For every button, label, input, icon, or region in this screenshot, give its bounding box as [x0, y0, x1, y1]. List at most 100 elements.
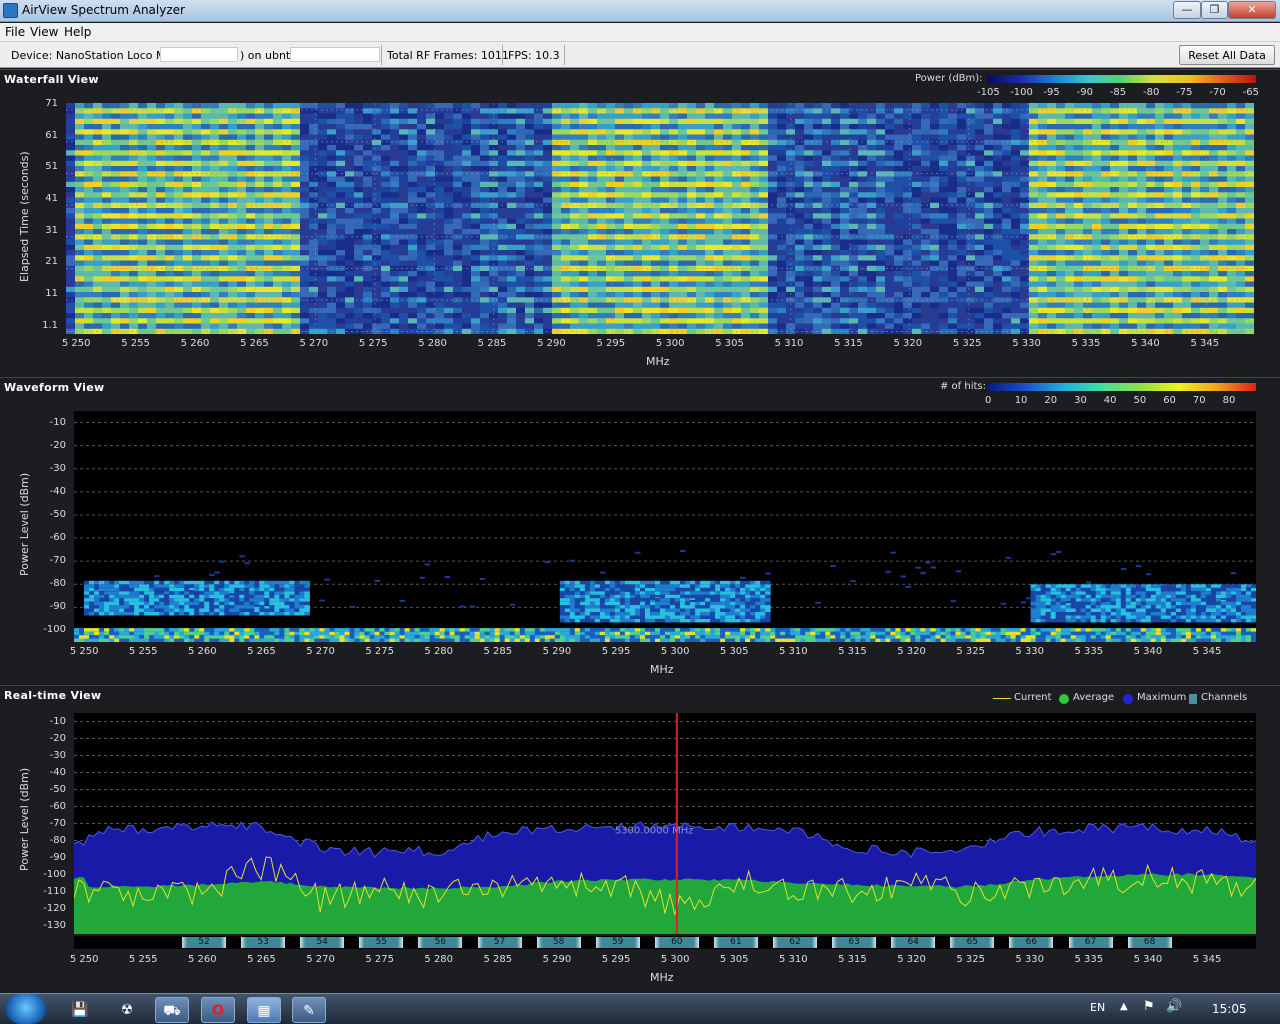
waterfall-cell	[732, 118, 742, 125]
waterfall-cell	[165, 281, 175, 288]
waterfall-cell	[480, 160, 490, 167]
waterfall-cell	[111, 208, 121, 214]
waterfall-cell	[1191, 176, 1201, 183]
waterfall-cell	[408, 160, 418, 167]
waterfall-cell	[822, 202, 832, 209]
waterfall-cell	[165, 124, 175, 130]
waterfall-cell	[876, 213, 886, 220]
waterfall-cell	[975, 255, 985, 262]
waterfall-cell	[822, 213, 832, 220]
waterfall-cell	[939, 250, 949, 256]
waterfall-cell	[93, 218, 103, 225]
waterfall-cell	[1182, 124, 1192, 130]
waterfall-cell	[714, 218, 724, 225]
waterfall-cell	[984, 223, 994, 230]
waterfall-cell	[1245, 166, 1254, 172]
waterfall-cell	[642, 229, 652, 235]
waterfall-cell	[642, 145, 652, 151]
waterfall-cell	[264, 239, 274, 246]
waterfall-cell	[435, 118, 445, 125]
waterfall-cell	[1101, 171, 1111, 178]
waterfall-cell	[1074, 286, 1084, 293]
waterfall-cell	[903, 187, 913, 193]
close-button[interactable]: ✕	[1228, 1, 1276, 19]
menu-file[interactable]: File	[5, 25, 25, 39]
waterfall-cell	[1218, 223, 1228, 230]
waterfall-cell	[1065, 160, 1075, 167]
waterfall-cell	[336, 239, 346, 246]
waterfall-cell	[912, 181, 922, 188]
waterfall-cell	[507, 129, 517, 136]
waterfall-cell	[1218, 145, 1228, 151]
waterfall-cell	[570, 108, 580, 115]
waterfall-cell	[1164, 118, 1174, 125]
waterfall-cell	[534, 271, 544, 277]
waterfall-cell	[147, 150, 157, 157]
waterfall-cell	[282, 187, 292, 193]
waterfall-cell	[444, 286, 454, 293]
waterfall-cell	[1002, 255, 1012, 262]
waterfall-cell	[651, 260, 661, 267]
menu-help[interactable]: Help	[64, 25, 91, 39]
waterfall-cell	[336, 244, 346, 251]
waterfall-cell	[237, 202, 247, 209]
waterfall-cell	[993, 171, 1003, 178]
waterfall-cell	[885, 192, 895, 199]
waterfall-cell	[831, 139, 841, 146]
waterfall-cell	[417, 276, 427, 283]
waterfall-cell	[1236, 171, 1246, 178]
waterfall-cell	[1092, 134, 1102, 141]
waterfall-cell	[822, 239, 832, 246]
waterfall-cell	[435, 187, 445, 193]
waterfall-cell	[417, 192, 427, 199]
reset-all-data-button[interactable]: Reset All Data	[1179, 45, 1275, 65]
waterfall-cell	[651, 239, 661, 246]
waterfall-cell	[372, 134, 382, 141]
waterfall-cell	[120, 255, 130, 262]
waterfall-cell	[795, 150, 805, 157]
toolbar-divider	[564, 45, 565, 65]
waterfall-cell	[894, 281, 904, 288]
window-titlebar[interactable]: AirView Spectrum Analyzer — ❐ ✕	[0, 0, 1280, 22]
waterfall-cell	[1173, 213, 1183, 220]
waterfall-cell	[651, 134, 661, 141]
waterfall-cell	[399, 160, 409, 167]
colorbar-tick: -70	[1209, 87, 1226, 98]
waterfall-cell	[975, 271, 985, 277]
waterfall-cell	[1164, 160, 1174, 167]
waterfall-cell	[651, 187, 661, 193]
waterfall-cell	[687, 276, 697, 283]
waterfall-cell	[1209, 197, 1219, 204]
waterfall-cell	[1038, 286, 1048, 293]
waterfall-cell	[1110, 166, 1120, 172]
waterfall-cell	[219, 276, 229, 283]
maximize-button[interactable]: ❐	[1201, 1, 1228, 19]
waterfall-cell	[354, 271, 364, 277]
waterfall-cell	[1065, 155, 1075, 162]
waterfall-cell	[1047, 176, 1057, 183]
waterfall-cell	[345, 223, 355, 230]
waterfall-cell	[642, 113, 652, 120]
waterfall-cell	[1011, 103, 1021, 109]
waterfall-cell	[282, 103, 292, 109]
waterfall-cell	[777, 276, 787, 283]
waterfall-cell	[165, 145, 175, 151]
waterfall-cell	[1029, 218, 1039, 225]
waterfall-cell	[1056, 260, 1066, 267]
waterfall-cell	[822, 139, 832, 146]
waterfall-cell	[1101, 166, 1111, 172]
minimize-button[interactable]: —	[1173, 1, 1201, 19]
menu-view[interactable]: View	[30, 25, 58, 39]
waterfall-cell	[444, 229, 454, 235]
waterfall-cell	[1191, 124, 1201, 130]
waterfall-cell	[444, 108, 454, 115]
waterfall-cell	[759, 176, 769, 183]
waterfall-cell	[1218, 276, 1228, 283]
waterfall-plot[interactable]	[66, 103, 1254, 334]
waterfall-cell	[1200, 113, 1210, 120]
waterfall-cell	[1227, 202, 1237, 209]
waterfall-cell	[246, 286, 256, 293]
waterfall-cell	[948, 281, 958, 288]
waterfall-cell	[1128, 118, 1138, 125]
waterfall-cell	[543, 113, 553, 120]
